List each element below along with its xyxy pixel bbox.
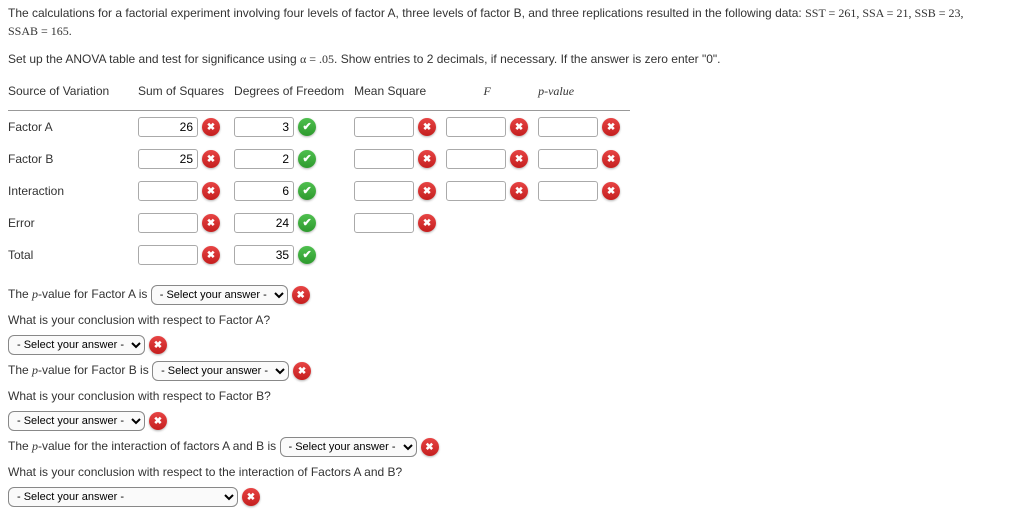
- question-conclusion-b: What is your conclusion with respect to …: [8, 387, 1016, 405]
- input-factor-a-ms[interactable]: [354, 117, 414, 137]
- table-row-factor-b: Factor B: [8, 143, 630, 175]
- select-conclusion-a[interactable]: - Select your answer -: [8, 335, 145, 355]
- header-ms: Mean Square: [354, 78, 446, 111]
- input-interaction-ss[interactable]: [138, 181, 198, 201]
- select-pvalue-b[interactable]: - Select your answer -: [152, 361, 289, 381]
- cross-icon: [292, 286, 310, 304]
- label-error: Error: [8, 207, 138, 239]
- input-factor-a-p[interactable]: [538, 117, 598, 137]
- header-source: Source of Variation: [8, 78, 138, 111]
- check-icon: [298, 182, 316, 200]
- question-pvalue-ab: The p-value for the interaction of facto…: [8, 437, 1016, 457]
- input-factor-a-df[interactable]: [234, 117, 294, 137]
- label-interaction: Interaction: [8, 175, 138, 207]
- header-f: F: [446, 78, 538, 111]
- cross-icon: [418, 150, 436, 168]
- check-icon: [298, 118, 316, 136]
- question-pvalue-b: The p-value for Factor B is - Select you…: [8, 361, 1016, 381]
- select-pvalue-a[interactable]: - Select your answer -: [151, 285, 288, 305]
- check-icon: [298, 214, 316, 232]
- problem-line1b: SST = 261, SSA = 21, SSB = 23,: [805, 6, 963, 20]
- cross-icon: [421, 438, 439, 456]
- label-factor-a: Factor A: [8, 111, 138, 144]
- cross-icon: [602, 150, 620, 168]
- cross-icon: [202, 246, 220, 264]
- question-conclusion-ab: What is your conclusion with respect to …: [8, 463, 1016, 481]
- cross-icon: [602, 182, 620, 200]
- check-icon: [298, 246, 316, 264]
- input-error-ms[interactable]: [354, 213, 414, 233]
- cross-icon: [510, 182, 528, 200]
- select-conclusion-ab[interactable]: - Select your answer -: [8, 487, 238, 507]
- input-error-ss[interactable]: [138, 213, 198, 233]
- cross-icon: [418, 214, 436, 232]
- input-factor-b-f[interactable]: [446, 149, 506, 169]
- cross-icon: [602, 118, 620, 136]
- cross-icon: [510, 150, 528, 168]
- input-interaction-df[interactable]: [234, 181, 294, 201]
- cross-icon: [510, 118, 528, 136]
- input-factor-a-f[interactable]: [446, 117, 506, 137]
- table-row-total: Total: [8, 239, 630, 271]
- table-row-interaction: Interaction: [8, 175, 630, 207]
- select-conclusion-b[interactable]: - Select your answer -: [8, 411, 145, 431]
- cross-icon: [293, 362, 311, 380]
- input-interaction-ms[interactable]: [354, 181, 414, 201]
- cross-icon: [149, 336, 167, 354]
- instruction-alpha: α = .05: [300, 52, 334, 66]
- problem-line1a: The calculations for a factorial experim…: [8, 6, 805, 20]
- instruction-a: Set up the ANOVA table and test for sign…: [8, 52, 300, 66]
- question-pvalue-a: The p-value for Factor A is - Select you…: [8, 285, 1016, 305]
- cross-icon: [418, 118, 436, 136]
- cross-icon: [149, 412, 167, 430]
- anova-table: Source of Variation Sum of Squares Degre…: [8, 78, 630, 271]
- problem-line2: SSAB = 165.: [8, 24, 72, 38]
- cross-icon: [202, 214, 220, 232]
- input-factor-b-p[interactable]: [538, 149, 598, 169]
- input-error-df[interactable]: [234, 213, 294, 233]
- cross-icon: [202, 150, 220, 168]
- cross-icon: [242, 488, 260, 506]
- header-df: Degrees of Freedom: [234, 78, 354, 111]
- input-factor-b-ss[interactable]: [138, 149, 198, 169]
- header-ss: Sum of Squares: [138, 78, 234, 111]
- table-row-factor-a: Factor A: [8, 111, 630, 144]
- question-conclusion-a: What is your conclusion with respect to …: [8, 311, 1016, 329]
- input-factor-a-ss[interactable]: [138, 117, 198, 137]
- input-total-df[interactable]: [234, 245, 294, 265]
- input-factor-b-df[interactable]: [234, 149, 294, 169]
- check-icon: [298, 150, 316, 168]
- cross-icon: [418, 182, 436, 200]
- label-total: Total: [8, 239, 138, 271]
- label-factor-b: Factor B: [8, 143, 138, 175]
- instruction-c: . Show entries to 2 decimals, if necessa…: [334, 52, 720, 66]
- header-pvalue: p-value: [538, 78, 630, 111]
- problem-statement: The calculations for a factorial experim…: [8, 4, 1016, 40]
- cross-icon: [202, 182, 220, 200]
- input-interaction-p[interactable]: [538, 181, 598, 201]
- input-interaction-f[interactable]: [446, 181, 506, 201]
- input-total-ss[interactable]: [138, 245, 198, 265]
- table-row-error: Error: [8, 207, 630, 239]
- cross-icon: [202, 118, 220, 136]
- input-factor-b-ms[interactable]: [354, 149, 414, 169]
- problem-instruction: Set up the ANOVA table and test for sign…: [8, 50, 1016, 68]
- select-pvalue-ab[interactable]: - Select your answer -: [280, 437, 417, 457]
